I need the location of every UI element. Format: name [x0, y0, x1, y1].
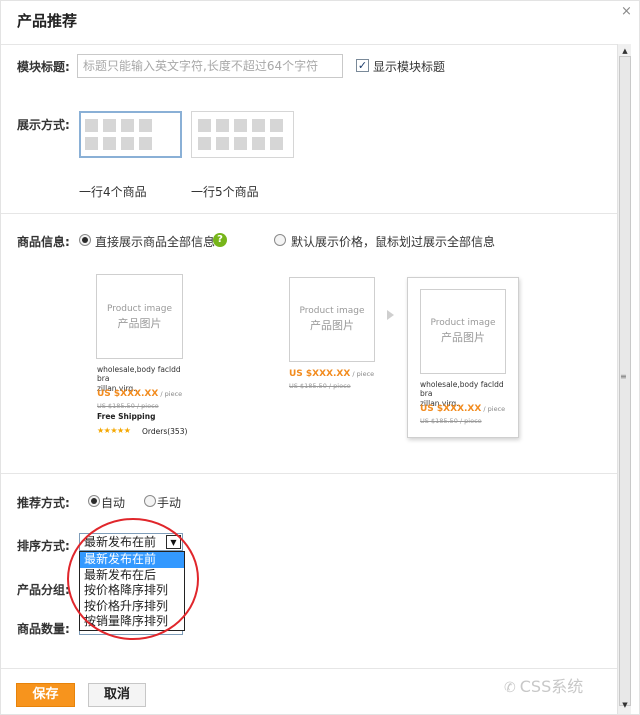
show-all-info-radio[interactable] [79, 234, 91, 246]
section-divider [1, 213, 617, 214]
footer-divider [1, 668, 617, 669]
help-icon[interactable]: ? [213, 233, 227, 247]
show-title-checkbox[interactable]: ✓ [356, 59, 369, 72]
sort-option-price-desc[interactable]: 按价格降序排列 [80, 583, 184, 599]
scroll-grip-icon: ≡ [620, 372, 627, 381]
manual-label: 手动 [157, 496, 182, 510]
show-all-info-label: 直接展示商品全部信息 [95, 235, 216, 249]
product-old-price-hover: US $185.50 / piece [420, 417, 482, 425]
product-price-hover: US $XXX.XX / piece [420, 404, 506, 414]
layout-5-per-row-option[interactable] [191, 111, 294, 158]
layout-4-per-row-option[interactable] [79, 111, 182, 158]
auto-label: 自动 [101, 496, 126, 510]
sort-mode-dropdown-list: 最新发布在前 最新发布在后 按价格降序排列 按价格升序排列 按销量降序排列 [79, 551, 185, 631]
sort-option-sales-desc[interactable]: 按销量降序排列 [80, 614, 184, 630]
vertical-scrollbar[interactable]: ▲ ≡ ▼ [617, 44, 631, 714]
product-image-placeholder-hover: Product image 产品图片 [420, 289, 506, 374]
scrollbar-thumb[interactable] [619, 56, 631, 706]
product-image-placeholder: Product image 产品图片 [96, 274, 183, 359]
product-price: US $XXX.XX / piece [97, 389, 183, 399]
hover-info-radio[interactable] [274, 234, 286, 246]
recommend-mode-label: 推荐方式: [17, 496, 70, 510]
chevron-down-icon[interactable]: ▼ [166, 535, 181, 549]
display-mode-label: 展示方式: [17, 118, 70, 132]
sort-mode-select[interactable]: 最新发布在前 ▼ [79, 533, 183, 551]
product-image-placeholder-hover-default: Product image 产品图片 [289, 277, 375, 362]
product-image-text-cn: 产品图片 [117, 316, 162, 330]
module-title-input[interactable] [77, 54, 343, 78]
layout-5-caption: 一行5个商品 [191, 185, 259, 199]
dialog-title: 产品推荐 [17, 12, 78, 30]
rating-stars-icon: ★★★★★ [97, 426, 131, 435]
product-recommend-dialog: 产品推荐 × 模块标题: ✓ 显示模块标题 展示方式: 一行4个商品 一行5个商… [0, 0, 640, 715]
product-group-label: 产品分组: [17, 583, 70, 597]
product-count-label: 商品数量: [17, 622, 70, 636]
close-icon[interactable]: × [621, 4, 632, 19]
sort-mode-label: 排序方式: [17, 539, 70, 553]
product-price-hover-default: US $XXX.XX / piece [289, 369, 375, 379]
header-divider [1, 44, 617, 45]
arrow-right-icon [387, 310, 394, 320]
sort-option-newest-last[interactable]: 最新发布在后 [80, 568, 184, 584]
cancel-button[interactable]: 取消 [88, 683, 146, 707]
auto-radio[interactable] [88, 495, 100, 507]
scroll-down-icon[interactable]: ▼ [618, 698, 632, 712]
wechat-icon: ✆ [504, 680, 516, 696]
sort-option-newest-first[interactable]: 最新发布在前 [80, 552, 184, 568]
sort-mode-selected-value: 最新发布在前 [84, 535, 157, 549]
manual-radio[interactable] [144, 495, 156, 507]
hover-info-label: 默认展示价格，鼠标划过展示全部信息 [291, 235, 496, 249]
show-title-label: 显示模块标题 [373, 60, 446, 74]
product-card-hover-state: Product image 产品图片 wholesale,body facldd… [407, 277, 519, 438]
product-old-price-hover-default: US $185.50 / piece [289, 382, 351, 390]
product-old-price: US $185.50 / piece [97, 402, 159, 410]
product-info-label: 商品信息: [17, 235, 70, 249]
sort-option-price-asc[interactable]: 按价格升序排列 [80, 599, 184, 615]
layout-4-caption: 一行4个商品 [79, 185, 147, 199]
watermark: ✆ CSS系统 [504, 677, 584, 696]
free-shipping-label: Free Shipping [97, 412, 156, 421]
orders-count: Orders(353) [142, 427, 188, 436]
save-button[interactable]: 保存 [16, 683, 75, 707]
module-title-label: 模块标题: [17, 60, 70, 74]
section-divider-2 [1, 473, 617, 474]
product-image-text-en: Product image [106, 304, 173, 314]
